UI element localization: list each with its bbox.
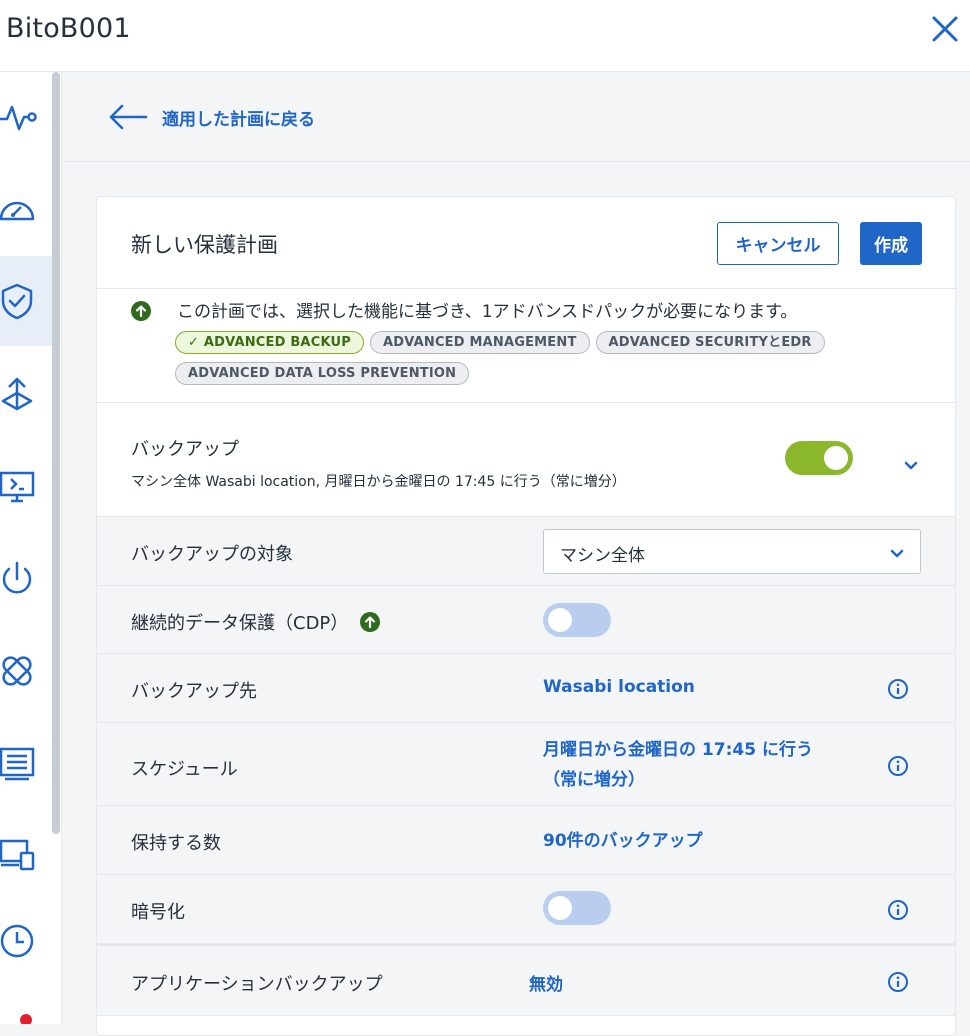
settings-row-schedule: スケジュール 月曜日から金曜日の 17:45 に行う （常に増分） [97, 723, 955, 806]
backup-module-summary: マシン全体 Wasabi location, 月曜日から金曜日の 17:45 に… [131, 474, 626, 490]
window-title: BitoB001 [6, 13, 131, 44]
close-icon[interactable] [928, 12, 962, 46]
arrow-left-icon [109, 104, 148, 130]
window-header: BitoB001 [0, 0, 970, 72]
sidebar-item-patch[interactable] [0, 640, 52, 702]
settings-row-encryption: 暗号化 [97, 875, 955, 944]
software-management-icon [1, 377, 33, 411]
dashboard-gauge-icon [0, 201, 35, 221]
sidebar-item-remote[interactable] [0, 456, 52, 518]
notification-dot [20, 1014, 32, 1024]
upgrade-arrow-icon [360, 612, 381, 632]
backup-module: バックアップ マシン全体 Wasabi location, 月曜日から金曜日の … [97, 403, 955, 517]
history-clock-icon [0, 924, 34, 958]
backup-settings: バックアップの対象 マシン全体 継続的データ保護（CDP） バックアップ先 Wa… [97, 517, 955, 1016]
shield-check-icon [1, 283, 33, 320]
sidebar-item-power[interactable] [0, 548, 52, 610]
sidebar-item-history[interactable] [0, 910, 52, 972]
badge-advanced-management: ADVANCED MANAGEMENT [369, 331, 590, 354]
settings-row-destination: バックアップ先 Wasabi location [97, 654, 955, 723]
settings-row-app-backup: アプリケーションバックアップ 無効 [97, 944, 955, 1016]
cancel-button[interactable]: キャンセル [717, 222, 839, 265]
sidebar-item-devices[interactable] [0, 824, 52, 886]
sidebar-item-inventory[interactable] [0, 732, 52, 794]
chevron-down-icon [890, 549, 904, 558]
encryption-toggle[interactable] [543, 891, 611, 925]
schedule-label: スケジュール [131, 759, 238, 780]
schedule-value-link[interactable]: 月曜日から金曜日の 17:45 に行う （常に増分） [543, 735, 813, 795]
app-backup-value-link[interactable]: 無効 [529, 970, 563, 995]
sidebar-item-software[interactable] [0, 364, 52, 426]
backup-module-title: バックアップ [131, 439, 239, 460]
retention-value-link[interactable]: 90件のバックアップ [543, 826, 703, 851]
back-bar: 適用した計画に戻る [62, 72, 970, 162]
back-to-plan-link[interactable]: 適用した計画に戻る [108, 102, 315, 132]
power-icon [2, 561, 32, 594]
cdp-label: 継続的データ保護（CDP） [131, 609, 381, 635]
app-backup-label: アプリケーションバックアップ [131, 974, 383, 995]
feature-badges: ✓ ADVANCED BACKUP ADVANCED MANAGEMENT ADVA… [175, 331, 935, 393]
settings-row-target: バックアップの対象 マシン全体 [97, 517, 955, 586]
target-label: バックアップの対象 [131, 544, 293, 565]
badge-advanced-backup: ✓ ADVANCED BACKUP [175, 331, 364, 354]
inventory-list-icon [0, 747, 35, 781]
sidebar-nav [0, 72, 62, 1024]
info-icon[interactable] [887, 755, 909, 777]
toggle-knob [824, 446, 848, 470]
sidebar-item-protection[interactable] [0, 256, 52, 346]
remote-desktop-icon [0, 471, 35, 503]
badge-advanced-security-edr: ADVANCED SECURITYとEDR [595, 331, 825, 354]
sidebar-scrollbar[interactable] [52, 72, 60, 834]
settings-row-cdp: 継続的データ保護（CDP） [97, 586, 955, 654]
notice-text: この計画では、選択した機能に基づき、1アドバンスドパックが必要になります。 [177, 302, 798, 322]
info-icon[interactable] [887, 971, 909, 993]
retention-label: 保持する数 [131, 833, 221, 854]
patch-bandage-icon [2, 656, 32, 686]
license-notice: この計画では、選択した機能に基づき、1アドバンスドパックが必要になります。 ✓ … [97, 289, 955, 403]
create-button[interactable]: 作成 [860, 222, 922, 265]
destination-value-link[interactable]: Wasabi location [543, 677, 695, 697]
backup-toggle[interactable] [785, 441, 853, 475]
sidebar-item-monitoring[interactable] [0, 86, 52, 148]
protection-plan-card: 新しい保護計画 キャンセル 作成 この計画では、選択した機能に基づき、1アドバン… [96, 196, 956, 1036]
schedule-value-line2: （常に増分） [543, 770, 645, 790]
backup-target-value: マシン全体 [560, 546, 645, 566]
info-icon[interactable] [887, 899, 909, 921]
encryption-label: 暗号化 [131, 902, 185, 923]
schedule-value-line1: 月曜日から金曜日の 17:45 に行う [543, 740, 813, 760]
devices-icon [0, 839, 35, 871]
toggle-knob [548, 896, 572, 920]
upgrade-arrow-icon [131, 301, 151, 321]
destination-label: バックアップ先 [131, 681, 257, 702]
badge-advanced-dlp: ADVANCED DATA LOSS PREVENTION [175, 362, 470, 385]
back-link-label: 適用した計画に戻る [162, 109, 315, 130]
plan-title: 新しい保護計画 [131, 233, 278, 257]
toggle-knob [548, 608, 572, 632]
sidebar-item-dashboard[interactable] [0, 178, 52, 240]
backup-target-select[interactable]: マシン全体 [543, 529, 921, 574]
settings-row-retention: 保持する数 90件のバックアップ [97, 806, 955, 875]
plan-header: 新しい保護計画 キャンセル 作成 [97, 197, 955, 289]
activity-icon [0, 105, 37, 131]
cdp-toggle[interactable] [543, 603, 611, 637]
info-icon[interactable] [887, 678, 909, 700]
cdp-label-text: 継続的データ保護（CDP） [131, 613, 349, 634]
chevron-down-icon[interactable] [901, 455, 921, 475]
